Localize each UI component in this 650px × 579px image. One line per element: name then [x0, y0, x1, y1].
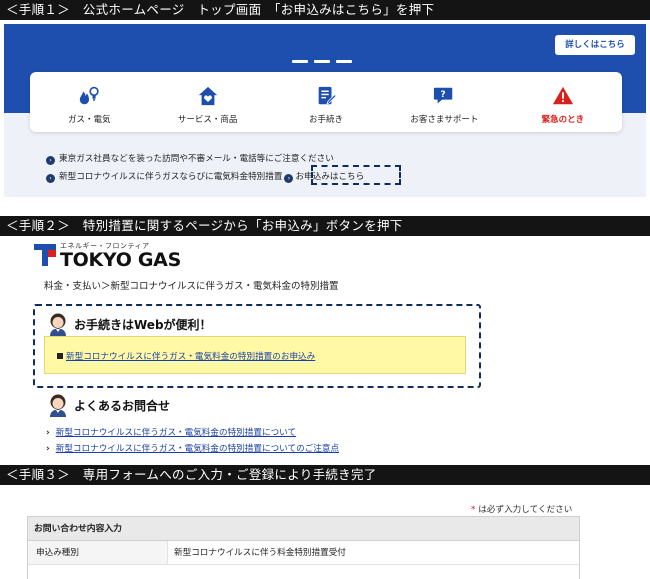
chevron-right-icon: › [46, 174, 55, 183]
menu-label: お手続き [309, 115, 344, 125]
step3-header: ＜手順３＞ 専用フォームへのご入力・ご登録により手続き完了 [0, 465, 650, 485]
document-pen-icon [318, 86, 337, 105]
breadcrumb: 料金・支払い＞新型コロナウイルスに伴うガス・電気料金の特別措置 [44, 281, 339, 292]
gas-electric-icon [80, 86, 99, 105]
chevron-right-icon: › [46, 444, 50, 454]
operator-avatar-icon [50, 394, 66, 417]
main-menu: ガス・電気 サービス・商品 お手続き ? お客さまサポート 緊急のとき [30, 72, 622, 132]
detail-button[interactable]: 詳しくはこちら [555, 35, 635, 55]
logo-text: TOKYO GAS [60, 249, 181, 271]
faq-link[interactable]: 新型コロナウイルスに伴うガス・電気料金の特別措置について [56, 428, 296, 438]
menu-item-emergency[interactable]: 緊急のとき [504, 72, 622, 132]
chevron-right-icon: › [46, 428, 50, 438]
chevron-right-icon: › [46, 156, 55, 165]
step2-header: ＜手順２＞ 特別措置に関するページから「お申込み」ボタンを押下 [0, 216, 650, 236]
menu-item-support[interactable]: ? お客さまサポート [385, 72, 503, 132]
warning-icon [552, 86, 573, 105]
chat-question-icon: ? [434, 87, 453, 104]
form-table: お問い合わせ内容入力 申込み種別 新型コロナウイルスに伴う料金特別措置受付 [27, 516, 580, 579]
faq-item: › 新型コロナウイルスに伴うガス・電気料金の特別措置について [46, 426, 296, 438]
highlight-box [311, 165, 401, 185]
svg-text:?: ? [441, 89, 446, 100]
menu-item-procedures[interactable]: お手続き [267, 72, 385, 132]
faq-link[interactable]: 新型コロナウイルスに伴うガス・電気料金の特別措置についてのご注意点 [56, 444, 339, 454]
required-note: * は必ず入力してください [471, 505, 573, 515]
application-form: * は必ず入力してください お問い合わせ内容入力 申込み種別 新型コロナウイルスに… [0, 486, 650, 579]
form-row: 申込み種別 新型コロナウイルスに伴う料金特別措置受付 [28, 541, 579, 565]
apply-link[interactable]: 新型コロナウイルスに伴うガス・電気料金の特別措置のお申込み [66, 352, 315, 362]
top-page-screenshot: 詳しくはこちら ガス・電気 サービス・商品 お手続き ? お客さまサポート 緊急… [4, 24, 646, 197]
step1-header: ＜手順１＞ 公式ホームページ トップ画面 「お申込みはこちら」を押下 [0, 0, 650, 20]
form-row-label: 申込み種別 [28, 541, 168, 564]
form-row-value[interactable]: 新型コロナウイルスに伴う料金特別措置受付 [168, 541, 346, 564]
house-heart-icon [198, 86, 217, 106]
apply-panel: 新型コロナウイルスに伴うガス・電気料金の特別措置のお申込み [44, 336, 466, 374]
square-bullet-icon [57, 353, 63, 359]
web-procedure-heading: お手続きはWebが便利！ [74, 318, 212, 332]
operator-avatar-icon [50, 313, 66, 336]
menu-item-services[interactable]: サービス・商品 [148, 72, 266, 132]
apply-link-row: 新型コロナウイルスに伴うガス・電気料金の特別措置のお申込み [57, 350, 315, 362]
menu-label: 緊急のとき [541, 115, 585, 125]
menu-label: ガス・電気 [67, 115, 111, 125]
menu-label: サービス・商品 [177, 115, 238, 125]
chevron-right-icon: › [284, 174, 294, 183]
required-asterisk: * [471, 505, 476, 515]
faq-item: › 新型コロナウイルスに伴うガス・電気料金の特別措置についてのご注意点 [46, 442, 339, 454]
form-section-title: お問い合わせ内容入力 [28, 517, 579, 541]
special-measures-page: エネルギー・フロンティア TOKYO GAS 料金・支払い＞新型コロナウイルスに… [0, 236, 650, 464]
menu-label: お客さまサポート [410, 115, 479, 125]
carousel-indicator[interactable] [292, 48, 358, 67]
faq-heading: よくあるお問合せ [74, 399, 171, 413]
news-item[interactable]: › 東京ガス社員などを装った訪問や不審メール・電話等にご注意ください [46, 152, 334, 165]
menu-item-gas-electric[interactable]: ガス・電気 [30, 72, 148, 132]
logo-mark-icon [34, 244, 56, 266]
